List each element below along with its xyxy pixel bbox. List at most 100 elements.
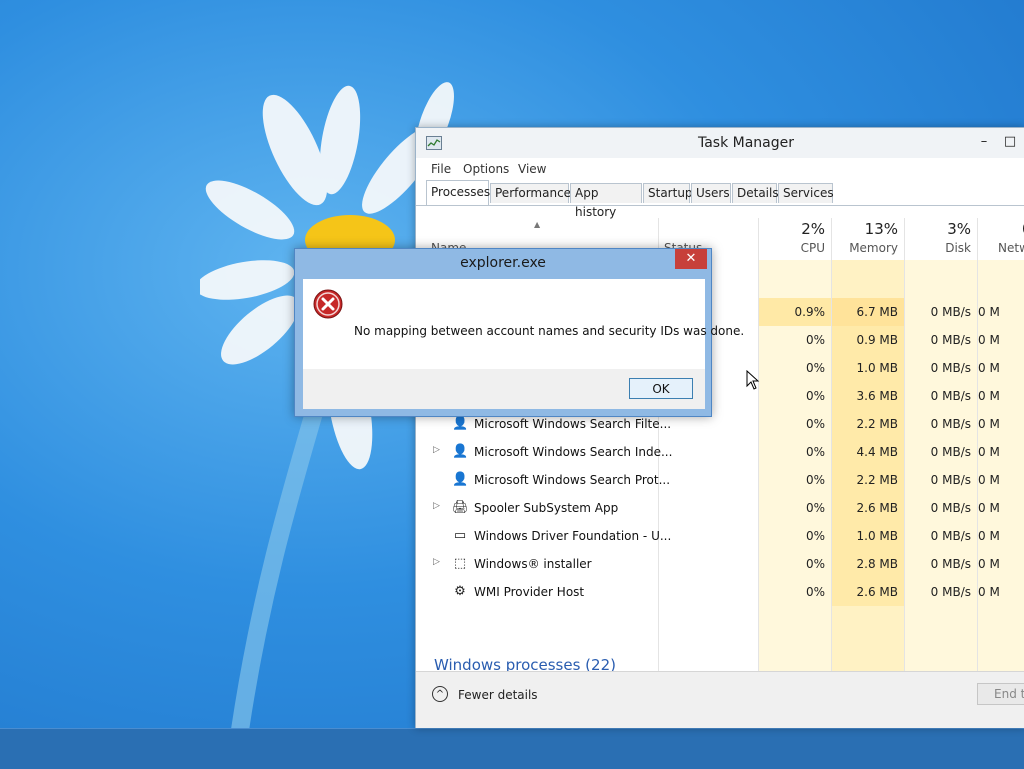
- cpu-value: 0.9%: [794, 305, 826, 319]
- installer-icon: ⬚: [453, 556, 467, 571]
- memory-value: 0.9 MB: [856, 333, 898, 347]
- process-row[interactable]: ▭ Windows Driver Foundation - U... 0% 1.0 M…: [416, 522, 1024, 550]
- disk-value: 0 MB/s: [930, 389, 971, 403]
- memory-value: 2.8 MB: [856, 557, 898, 571]
- process-name: Microsoft Windows Search Inde...: [474, 445, 673, 459]
- disk-value: 0 MB/s: [930, 417, 971, 431]
- network-value: 0 M: [978, 445, 1000, 459]
- dialog-close-button[interactable]: ✕: [675, 249, 707, 269]
- title-bar[interactable]: Task Manager – □: [416, 128, 1024, 158]
- bottom-bar: ^ Fewer details End ta: [416, 671, 1024, 728]
- column-header-disk[interactable]: 3% Disk: [905, 218, 977, 260]
- memory-value: 1.0 MB: [856, 361, 898, 375]
- maximize-button[interactable]: □: [1000, 132, 1020, 152]
- disk-value: 0 MB/s: [930, 445, 971, 459]
- column-header-network[interactable]: 0 Netw: [978, 218, 1024, 260]
- memory-value: 6.7 MB: [856, 305, 898, 319]
- menu-bar: File Options View: [416, 158, 1024, 180]
- ok-button[interactable]: OK: [629, 378, 693, 399]
- dialog-title: explorer.exe: [460, 255, 546, 271]
- network-value: 0 M: [978, 473, 1000, 487]
- tab-details[interactable]: Details: [732, 183, 779, 203]
- cpu-value: 0%: [805, 389, 825, 403]
- cpu-value: 0%: [805, 557, 825, 571]
- minimize-button[interactable]: –: [974, 132, 994, 152]
- network-value: 0 M: [978, 361, 1000, 375]
- process-row[interactable]: ▷ 👤 Microsoft Windows Search Inde... 0% 4.4 …: [416, 438, 1024, 466]
- cpu-value: 0%: [805, 417, 825, 431]
- cpu-value: 0%: [805, 585, 825, 599]
- process-row[interactable]: 👤 Microsoft Windows Search Prot... 0% 2.2 M…: [416, 466, 1024, 494]
- disk-value: 0 MB/s: [930, 585, 971, 599]
- memory-value: 3.6 MB: [856, 389, 898, 403]
- tab-strip: Processes Performance App history Startu…: [416, 180, 1024, 219]
- process-row[interactable]: ▷ ⬚ Windows® installer 0% 2.8 MB 0 MB/s 0 M: [416, 550, 1024, 578]
- memory-value: 4.4 MB: [856, 445, 898, 459]
- window-process-icon: ▭: [453, 528, 467, 543]
- network-value: 0 M: [978, 305, 1000, 319]
- cpu-value: 0%: [805, 473, 825, 487]
- dialog-footer: OK: [303, 369, 705, 409]
- process-name: Spooler SubSystem App: [474, 501, 619, 515]
- cpu-value: 0%: [805, 361, 825, 375]
- fewer-details-link[interactable]: Fewer details: [458, 688, 538, 702]
- disk-value: 0 MB/s: [930, 501, 971, 515]
- network-value: 0 M: [978, 389, 1000, 403]
- process-name: Windows Driver Foundation - U...: [474, 529, 672, 543]
- column-header-cpu[interactable]: 2% CPU: [759, 218, 831, 260]
- tab-performance[interactable]: Performance: [490, 183, 571, 203]
- menu-view[interactable]: View: [518, 162, 546, 176]
- end-task-button[interactable]: End ta: [977, 683, 1024, 705]
- column-header-memory[interactable]: 13% Memory: [832, 218, 904, 260]
- network-label: Netw: [998, 241, 1024, 255]
- network-value: 0 M: [978, 529, 1000, 543]
- cpu-label: CPU: [800, 241, 825, 255]
- network-value: 0 M: [978, 585, 1000, 599]
- network-value: 0 M: [978, 417, 1000, 431]
- chevron-up-icon[interactable]: ^: [432, 686, 448, 702]
- memory-total: 13%: [864, 220, 898, 238]
- task-manager-window: Task Manager – □ File Options View Proce…: [415, 127, 1024, 728]
- disk-value: 0 MB/s: [930, 305, 971, 319]
- process-name: Microsoft Windows Search Prot...: [474, 473, 671, 487]
- process-name: Windows® installer: [474, 557, 592, 571]
- network-value: 0 M: [978, 333, 1000, 347]
- cpu-value: 0%: [805, 445, 825, 459]
- tab-users[interactable]: Users: [691, 183, 731, 203]
- memory-value: 2.6 MB: [856, 585, 898, 599]
- tab-processes[interactable]: Processes: [426, 180, 490, 205]
- user-process-icon: 👤: [452, 416, 469, 431]
- process-name: WMI Provider Host: [474, 585, 585, 599]
- disk-value: 0 MB/s: [930, 557, 971, 571]
- error-icon: [313, 289, 343, 319]
- disk-value: 0 MB/s: [930, 333, 971, 347]
- memory-value: 2.2 MB: [856, 417, 898, 431]
- menu-file[interactable]: File: [431, 162, 451, 176]
- cpu-value: 0%: [805, 333, 825, 347]
- taskbar: [0, 728, 1024, 769]
- memory-label: Memory: [849, 241, 898, 255]
- dialog-message: No mapping between account names and sec…: [354, 324, 745, 338]
- disk-total: 3%: [947, 220, 971, 238]
- tab-app-history[interactable]: App history: [570, 183, 642, 219]
- tab-services[interactable]: Services: [778, 183, 834, 203]
- disk-value: 0 MB/s: [930, 361, 971, 375]
- disk-value: 0 MB/s: [930, 473, 971, 487]
- expand-arrow-icon[interactable]: ▷: [433, 445, 440, 455]
- network-value: 0 M: [978, 501, 1000, 515]
- menu-options[interactable]: Options: [463, 162, 509, 176]
- process-row[interactable]: ⚙ WMI Provider Host 0% 2.6 MB 0 MB/s 0 M: [416, 578, 1024, 606]
- printer-icon: 🖨: [452, 500, 469, 515]
- window-title: Task Manager: [697, 135, 795, 151]
- process-row[interactable]: ▷ 🖨 Spooler SubSystem App 0% 2.6 MB 0 MB/s 0 M: [416, 494, 1024, 522]
- network-value: 0 M: [978, 557, 1000, 571]
- wmi-icon: ⚙: [454, 584, 466, 599]
- memory-value: 1.0 MB: [856, 529, 898, 543]
- expand-arrow-icon[interactable]: ▷: [433, 501, 440, 511]
- cpu-value: 0%: [805, 501, 825, 515]
- expand-arrow-icon[interactable]: ▷: [433, 557, 440, 567]
- sort-arrow-icon: ▲: [534, 220, 541, 229]
- tab-startup[interactable]: Startup: [643, 183, 693, 203]
- mouse-cursor-icon: [746, 370, 760, 390]
- memory-value: 2.2 MB: [856, 473, 898, 487]
